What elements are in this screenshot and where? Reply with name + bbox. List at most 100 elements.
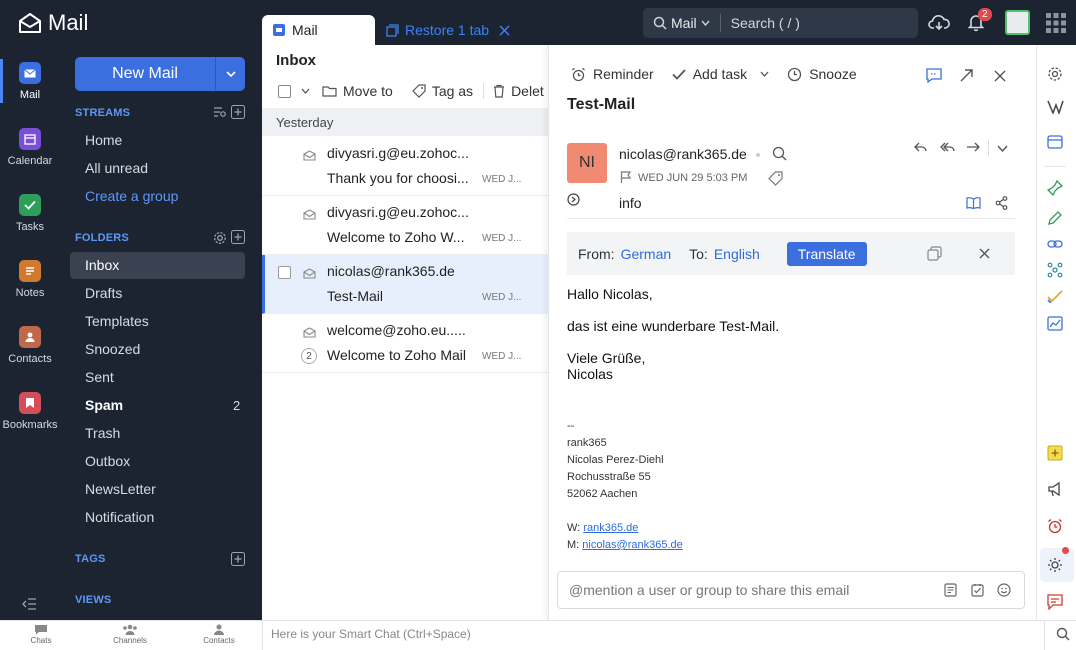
app-notes[interactable]: Notes <box>0 260 60 299</box>
target-language-select[interactable]: English <box>714 246 760 262</box>
signature-web-link[interactable]: rank365.de <box>583 522 638 534</box>
snooze-button[interactable]: Snooze <box>787 66 857 82</box>
reply-icon[interactable] <box>913 141 928 154</box>
translate-button[interactable]: Translate <box>786 241 867 266</box>
task-attach-icon[interactable] <box>971 583 984 597</box>
feedback-chat-icon[interactable] <box>1047 594 1063 610</box>
notes-attach-icon[interactable] <box>944 583 957 597</box>
folder-spam[interactable]: Spam <box>85 397 123 413</box>
folder-templates[interactable]: Templates <box>85 313 149 329</box>
tag-as-button[interactable]: Tag as <box>411 83 473 99</box>
close-translate-icon[interactable] <box>979 248 990 259</box>
add-task-button[interactable]: Add task <box>672 66 769 82</box>
stream-all-unread[interactable]: All unread <box>85 160 148 176</box>
cloud-sync-icon[interactable] <box>928 12 950 32</box>
folder-newsletter[interactable]: NewsLetter <box>85 481 156 497</box>
theme-toggle-icon[interactable] <box>1047 557 1063 573</box>
list-item[interactable]: divyasri.g@eu.zohoc... Thank you for cho… <box>262 137 548 196</box>
folder-drafts[interactable]: Drafts <box>85 285 122 301</box>
emoji-icon[interactable] <box>997 583 1011 597</box>
add-tag-icon[interactable] <box>231 552 245 566</box>
move-to-button[interactable]: Move to <box>322 83 393 99</box>
comment-bubble-icon[interactable] <box>926 68 942 83</box>
delete-button[interactable]: Delet <box>493 83 544 99</box>
app-contacts[interactable]: Contacts <box>0 326 60 365</box>
alarm-icon[interactable] <box>1047 518 1063 534</box>
close-icon[interactable] <box>994 70 1006 82</box>
folder-notification[interactable]: Notification <box>85 509 154 525</box>
flag-icon[interactable] <box>620 171 631 184</box>
folder-settings-icon[interactable] <box>213 231 227 245</box>
close-restore-icon[interactable] <box>499 24 510 36</box>
select-all-checkbox[interactable] <box>278 84 291 98</box>
select-options-chevron-icon[interactable] <box>301 88 310 94</box>
list-item[interactable]: 2 welcome@zoho.eu..... Welcome to Zoho M… <box>262 314 548 373</box>
restore-tab-link[interactable]: Restore 1 tab <box>386 22 510 38</box>
forward-icon[interactable] <box>966 141 981 154</box>
share-icon[interactable] <box>995 196 1008 210</box>
new-mail-dropdown[interactable] <box>215 57 245 91</box>
list-item-selected[interactable]: nicolas@rank365.de Test-Mail WED J... <box>262 255 548 314</box>
integration-pin-icon[interactable] <box>1047 180 1063 196</box>
app-mail[interactable]: Mail <box>0 62 60 101</box>
recipient[interactable]: info <box>619 195 642 211</box>
sticky-note-icon[interactable] <box>1047 445 1063 461</box>
zia-icon[interactable] <box>1047 100 1064 114</box>
contacts-button[interactable]: Contacts <box>189 624 249 645</box>
settings-gear-icon[interactable] <box>1047 66 1063 82</box>
message-subject: Thank you for choosi... <box>327 170 469 186</box>
reply-all-icon[interactable] <box>940 141 956 154</box>
new-mail-label[interactable]: New Mail <box>75 57 215 91</box>
window-icon[interactable] <box>1047 135 1063 149</box>
integration-check-icon[interactable] <box>1047 289 1063 303</box>
search-bar[interactable]: Mail Search ( / ) <box>643 8 918 38</box>
sender-avatar[interactable]: NI <box>567 143 607 183</box>
integration-edit-icon[interactable] <box>1047 210 1063 226</box>
folder-trash[interactable]: Trash <box>85 425 120 441</box>
folder-sent[interactable]: Sent <box>85 369 114 385</box>
add-folder-icon[interactable] <box>231 230 245 244</box>
integration-chart-icon[interactable] <box>1047 316 1063 331</box>
create-group-link[interactable]: Create a group <box>85 188 178 204</box>
announcement-icon[interactable] <box>1047 481 1064 498</box>
add-stream-icon[interactable] <box>231 105 245 119</box>
user-avatar[interactable] <box>1005 10 1030 35</box>
app-tasks[interactable]: Tasks <box>0 194 60 233</box>
folder-inbox[interactable]: Inbox <box>85 257 119 273</box>
channels-button[interactable]: Channels <box>100 624 160 645</box>
tab-mail[interactable]: Mail <box>262 15 375 45</box>
pop-out-icon[interactable] <box>960 69 973 82</box>
alarm-clock-icon <box>571 67 586 82</box>
search-scope-select[interactable]: Mail <box>643 14 721 32</box>
message-checkbox[interactable] <box>278 266 291 279</box>
search-sender-icon[interactable] <box>772 146 787 161</box>
integration-link-icon[interactable] <box>1047 238 1063 250</box>
tag-icon[interactable] <box>768 171 783 186</box>
app-bookmarks[interactable]: Bookmarks <box>0 392 60 431</box>
apps-grid-icon[interactable] <box>1046 13 1066 33</box>
folder-outbox[interactable]: Outbox <box>85 453 130 469</box>
reminder-button[interactable]: Reminder <box>571 66 654 82</box>
folder-snoozed[interactable]: Snoozed <box>85 341 140 357</box>
list-item[interactable]: divyasri.g@eu.zohoc... Welcome to Zoho W… <box>262 196 548 255</box>
streams-settings-icon[interactable] <box>213 106 226 118</box>
app-calendar[interactable]: Calendar <box>0 128 60 167</box>
reader-view-icon[interactable] <box>966 197 981 209</box>
copy-icon[interactable] <box>927 246 942 261</box>
chats-button[interactable]: Chats <box>11 624 71 645</box>
smart-chat-input[interactable]: Here is your Smart Chat (Ctrl+Space) <box>271 627 471 641</box>
chevron-down-icon[interactable] <box>760 71 769 77</box>
collapse-sidebar-icon[interactable] <box>22 598 37 610</box>
search-input[interactable]: Search ( / ) <box>721 15 800 31</box>
bottom-bar <box>0 620 1076 650</box>
more-actions-chevron-icon[interactable] <box>997 145 1008 152</box>
brand-logo[interactable]: Mail <box>18 10 88 36</box>
new-mail-button[interactable]: New Mail <box>75 57 245 91</box>
integration-network-icon[interactable] <box>1047 262 1063 278</box>
expand-details-icon[interactable] <box>567 193 580 206</box>
bottom-search-icon[interactable] <box>1056 627 1070 641</box>
signature-mail-link[interactable]: nicolas@rank365.de <box>582 539 682 551</box>
sender-email[interactable]: nicolas@rank365.de <box>619 146 747 162</box>
source-language-select[interactable]: German <box>621 246 672 262</box>
stream-home[interactable]: Home <box>85 132 122 148</box>
